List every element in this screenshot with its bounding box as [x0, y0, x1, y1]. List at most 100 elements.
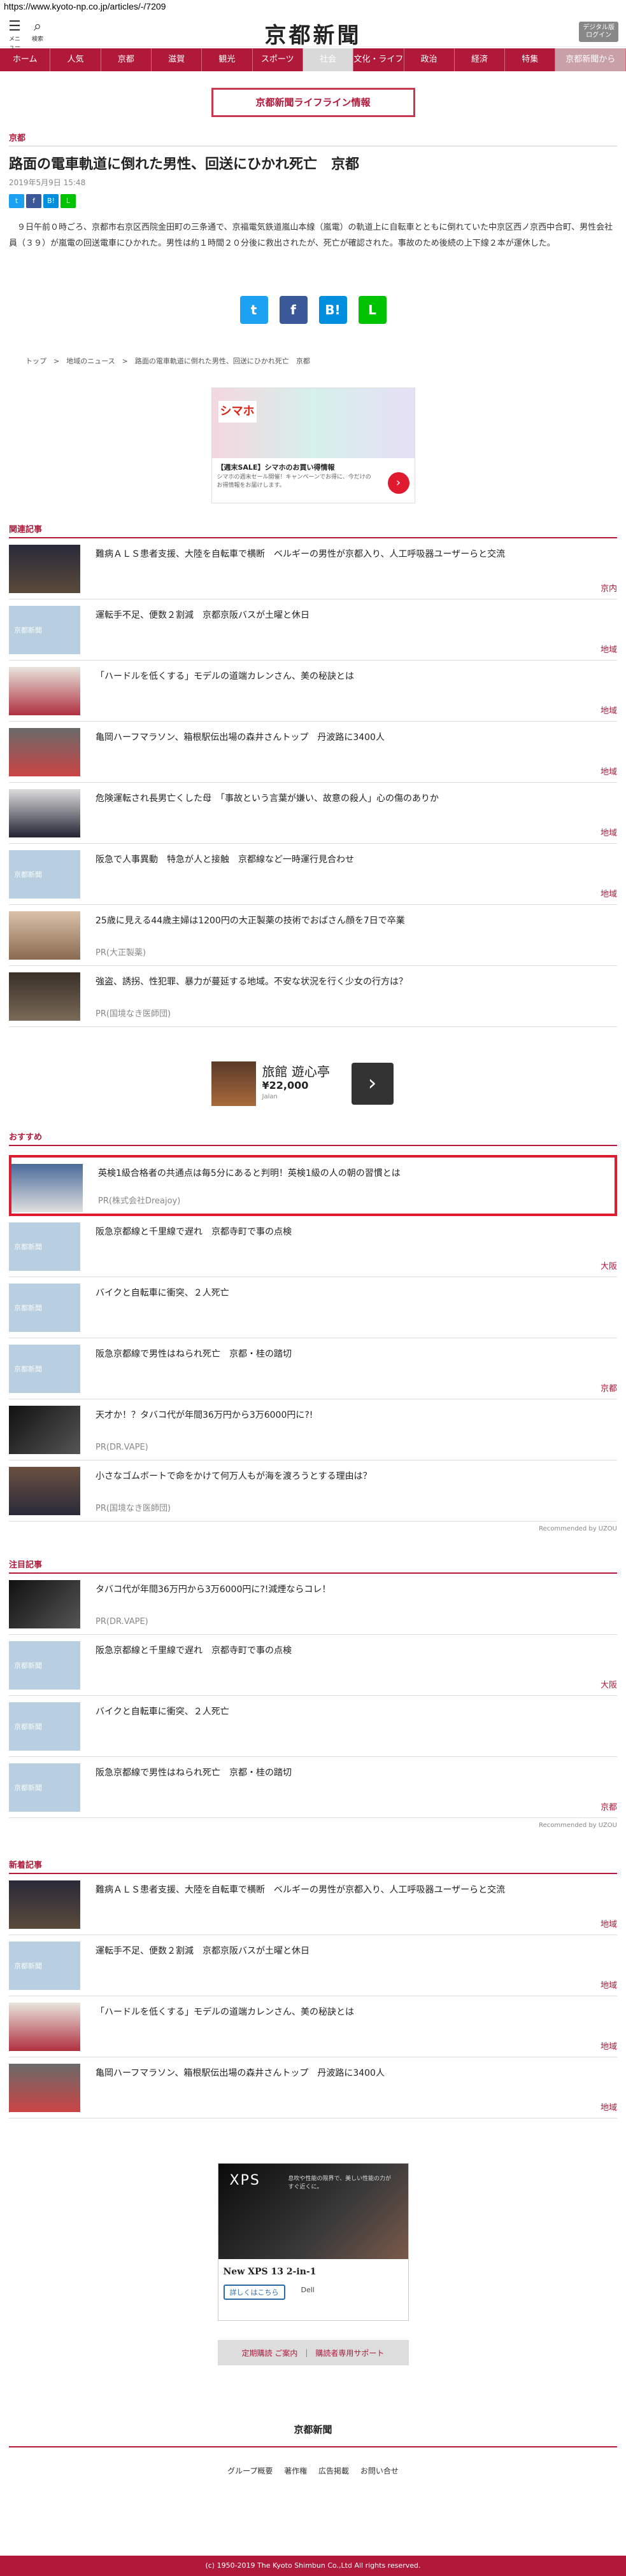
thumbnail: [9, 1222, 80, 1271]
facebook-share-button[interactable]: f: [26, 194, 41, 208]
ad-ryokan[interactable]: 旅館 遊心亭 ¥22,000 Jalan ›: [211, 1059, 415, 1110]
featured-credit[interactable]: Recommended by UZOU: [9, 1822, 617, 1829]
nav-culture[interactable]: 文化・ライフ: [353, 48, 404, 71]
thumbnail: [9, 1406, 80, 1454]
item-tag: 地域: [600, 1920, 617, 1929]
nav-popular[interactable]: 人気: [50, 48, 101, 71]
item-title: 「ハードルを低くする」モデルの道端カレンさん、美の秘訣とは: [96, 671, 354, 682]
hatena-share-button[interactable]: B!: [43, 194, 59, 208]
list-item-highlighted[interactable]: 英検1級合格者の共通点は毎5分にあると判明！英検1級の人の朝の習慣とは PR(株式…: [9, 1155, 617, 1216]
item-title: 阪急京都線で男性はねられ死亡 京都・桂の踏切: [96, 1349, 292, 1359]
item-tag: 地域: [600, 890, 617, 899]
support-link[interactable]: 購読者専用サポート: [315, 2348, 384, 2358]
list-item[interactable]: 阪急で人事異動 特急が人と接触 京都線など一時運行見合わせ地域: [9, 844, 617, 905]
nav-economy[interactable]: 経済: [455, 48, 506, 71]
item-title: 亀岡ハーフマラソン、箱根駅伝出場の森井さんトップ 丹波路に3400人: [96, 2068, 385, 2078]
nav-sports[interactable]: スポーツ: [253, 48, 303, 71]
thumbnail: [9, 1580, 80, 1628]
list-item[interactable]: 強盗、誘拐、性犯罪、暴力が蔓延する地域。不安な状況を行く少女の行方は？ PR(国境…: [9, 966, 617, 1027]
nav-kyoto[interactable]: 京都: [101, 48, 152, 71]
list-item[interactable]: タバコ代が年間36万円から3万6000円に?!減煙ならコレ！ PR(DR.VAPE…: [9, 1574, 617, 1635]
site-logo[interactable]: 京都新聞: [0, 18, 626, 49]
item-tag: 地域: [600, 767, 617, 777]
thumbnail: [11, 1164, 83, 1212]
nav-politics[interactable]: 政治: [404, 48, 455, 71]
ad-caption: 【週末SALE】シマホのお買い得情報: [217, 463, 335, 472]
item-title: 阪急京都線で男性はねられ死亡 京都・桂の踏切: [96, 1768, 292, 1778]
item-tag: 大阪: [600, 1681, 617, 1690]
ad-cta-button[interactable]: 詳しくはこちら: [223, 2285, 285, 2300]
list-item[interactable]: 「ハードルを低くする」モデルの道端カレンさん、美の秘訣とは 地域: [9, 661, 617, 722]
list-item[interactable]: 亀岡ハーフマラソン、箱根駅伝出場の森井さんトップ 丹波路に3400人地域: [9, 2057, 617, 2118]
list-item[interactable]: 運転手不足、便数２割減 京都京阪バスが土曜と休日地域: [9, 599, 617, 661]
ad-shimaho[interactable]: シマホ 【週末SALE】シマホのお買い得情報 シマホの週末セール開催！キャンペー…: [211, 388, 415, 503]
list-item[interactable]: 天才か！？タバコ代が年間36万円から3万6000円に?! PR(DR.VAPE): [9, 1399, 617, 1460]
list-item[interactable]: 阪急京都線と千里線で遅れ 京都寺町で事の点検大阪: [9, 1635, 617, 1696]
thumbnail: [9, 606, 80, 654]
nav-tourism[interactable]: 観光: [202, 48, 253, 71]
facebook-share-large-button[interactable]: f: [279, 296, 308, 324]
list-item[interactable]: 運転手不足、便数２割減 京都京阪バスが土曜と休日地域: [9, 1935, 617, 1996]
ad-title: 旅館 遊心亭: [262, 1064, 330, 1079]
item-sponsor: PR(国境なき医師団): [96, 1504, 171, 1513]
recommend-credit[interactable]: Recommended by UZOU: [9, 1525, 617, 1532]
ad-dell[interactable]: XPS 息吹や性能の限界で、美しい性能の力がすぐ近くに。 New XPS 13 …: [217, 2163, 409, 2321]
list-item[interactable]: 阪急京都線で男性はねられ死亡 京都・桂の踏切京都: [9, 1338, 617, 1399]
footer-link-group[interactable]: グループ概要: [227, 2467, 273, 2475]
item-tag: 京内: [600, 584, 617, 594]
line-share-large-button[interactable]: L: [358, 296, 387, 324]
item-tag: 地域: [600, 2103, 617, 2113]
footer-link-copyright[interactable]: 著作権: [284, 2467, 307, 2475]
breadcrumb[interactable]: トップ > 地域のニュース > 路面の電車軌道に倒れた男性、回送にひかれ死亡 京…: [25, 356, 601, 366]
list-item[interactable]: 難病ＡＬＳ患者支援、大陸を自転車で横断 ベルギーの男性が京都入り、人工呼吸器ユー…: [9, 538, 617, 599]
list-item[interactable]: 阪急京都線で男性はねられ死亡 京都・桂の踏切京都: [9, 1757, 617, 1818]
thumbnail: [9, 1345, 80, 1393]
nav-society[interactable]: 社会: [302, 48, 354, 71]
featured-heading: 注目記事: [9, 1558, 617, 1574]
thumbnail: [9, 2003, 80, 2051]
thumbnail: [9, 1880, 80, 1929]
list-item[interactable]: バイクと自転車に衝突、２人死亡: [9, 1277, 617, 1338]
twitter-share-large-button[interactable]: t: [239, 296, 268, 324]
latest-heading: 新着記事: [9, 1858, 617, 1874]
related-heading: 関連記事: [9, 522, 617, 538]
thumbnail: [9, 911, 80, 960]
item-tag: 京都: [600, 1803, 617, 1812]
list-item[interactable]: 危険運転され長男亡くした母 「事故という言葉が嫌い、故意の殺人」心の傷のありか地…: [9, 783, 617, 844]
item-sponsor: PR(DR.VAPE): [96, 1617, 148, 1627]
list-item[interactable]: 難病ＡＬＳ患者支援、大陸を自転車で横断 ベルギーの男性が京都入り、人工呼吸器ユー…: [9, 1874, 617, 1935]
site-header: ☰ メニュー ⌕ 検索 京都新聞 デジタル版 ログイン: [0, 14, 626, 51]
nav-special[interactable]: 特集: [505, 48, 556, 71]
footer-link-ads[interactable]: 広告掲載: [318, 2467, 349, 2475]
address-bar[interactable]: https://www.kyoto-np.co.jp/articles/-/72…: [0, 0, 626, 14]
hatena-share-large-button[interactable]: B!: [318, 296, 347, 324]
list-item[interactable]: 25歳に見える44歳主婦は1200円の大正製薬の技術でおばさん顔を7日で卒業 PR…: [9, 905, 617, 966]
footer-links: グループ概要 著作権 広告掲載 お問い合せ: [0, 2465, 626, 2476]
footer-logo[interactable]: 京都新聞: [0, 2423, 626, 2436]
list-item[interactable]: 小さなゴムボートで命をかけて何万人もが海を渡ろうとする理由は？ PR(国境なき医師…: [9, 1460, 617, 1522]
chevron-right-icon[interactable]: ›: [387, 472, 409, 494]
list-item[interactable]: 「ハードルを低くする」モデルの道端カレンさん、美の秘訣とは 地域: [9, 1996, 617, 2057]
nav-home[interactable]: ホーム: [0, 48, 51, 71]
twitter-share-button[interactable]: t: [9, 194, 24, 208]
item-title: 「ハードルを低くする」モデルの道端カレンさん、美の秘訣とは: [96, 2007, 354, 2017]
lifeline-banner[interactable]: 京都新聞ライフライン情報: [211, 88, 415, 117]
item-title: 阪急京都線と千里線で遅れ 京都寺町で事の点検: [96, 1227, 292, 1237]
nav-from-kyoto[interactable]: 京都新聞から: [555, 48, 626, 71]
thumbnail: [9, 1284, 80, 1332]
item-title: バイクと自転車に衝突、２人死亡: [96, 1707, 229, 1717]
footer-link-contact[interactable]: お問い合せ: [360, 2467, 399, 2475]
subscription-link[interactable]: 定期購読 ご案内: [242, 2348, 298, 2358]
digital-label: デジタル版: [583, 24, 615, 31]
recommend-list: 英検1級合格者の共通点は毎5分にあると判明！英検1級の人の朝の習慣とは PR(株式…: [0, 1155, 626, 1522]
list-item[interactable]: 阪急京都線と千里線で遅れ 京都寺町で事の点検大阪: [9, 1216, 617, 1277]
thumbnail: [9, 1702, 80, 1751]
list-item[interactable]: 亀岡ハーフマラソン、箱根駅伝出場の森井さんトップ 丹波路に3400人 地域: [9, 722, 617, 783]
item-sponsor: PR(大正製薬): [96, 948, 146, 958]
list-item[interactable]: バイクと自転車に衝突、２人死亡: [9, 1696, 617, 1757]
digital-login-button[interactable]: デジタル版 ログイン: [579, 22, 618, 42]
nav-shiga[interactable]: 滋賀: [152, 48, 203, 71]
line-share-button[interactable]: L: [60, 194, 76, 208]
chevron-right-icon[interactable]: ›: [351, 1063, 394, 1105]
item-title: 阪急で人事異動 特急が人と接触 京都線など一時運行見合わせ: [96, 855, 354, 865]
